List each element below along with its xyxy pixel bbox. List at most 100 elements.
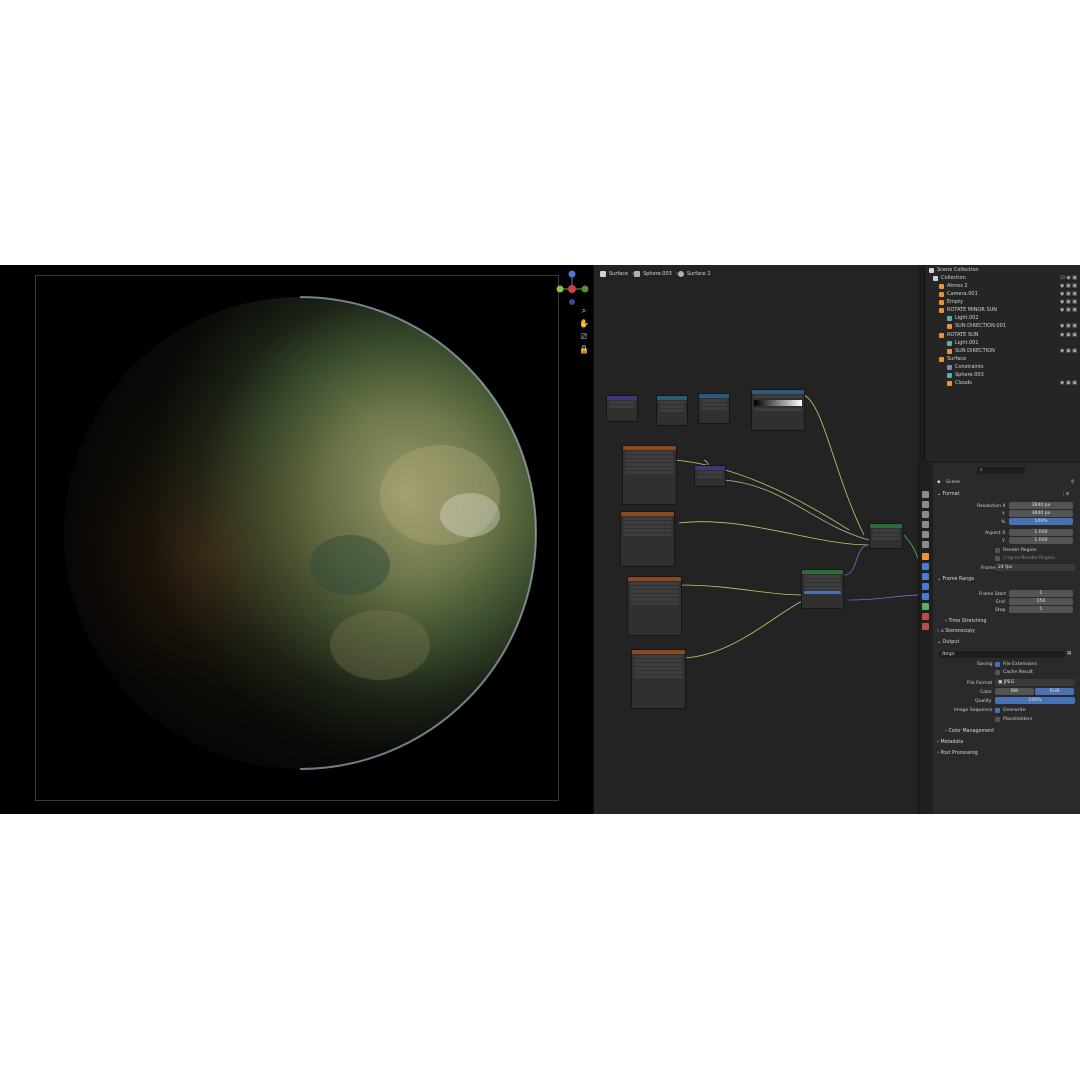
frame-range-panel-header[interactable]: ⌄ Frame Range: [937, 577, 974, 582]
visibility-icon[interactable]: ◉ ▣ ▣: [1060, 307, 1077, 313]
post-processing-panel-header[interactable]: › Post Processing: [937, 751, 978, 756]
pin-icon[interactable]: ⚲: [1071, 480, 1074, 485]
mesh-data-icon: [947, 372, 952, 378]
node-header: [628, 577, 681, 581]
time-stretching-subpanel[interactable]: › Time Stretching: [945, 619, 986, 624]
material-tab-icon[interactable]: [922, 613, 929, 620]
output-path-input[interactable]: /tmp\: [939, 651, 1065, 658]
lock-icon[interactable]: 🔒: [578, 344, 590, 356]
color-management-subpanel[interactable]: › Color Management: [945, 729, 994, 734]
outliner-item[interactable]: Constraints: [947, 363, 984, 371]
outliner-item[interactable]: Light.001: [947, 339, 979, 347]
particles-tab-icon[interactable]: [922, 573, 929, 580]
scene-label: Scene: [946, 480, 961, 485]
format-panel-header[interactable]: ⌄ Format: [937, 492, 959, 497]
render-region-label: Render Region: [1003, 548, 1037, 553]
crop-region-checkbox[interactable]: [995, 556, 1000, 561]
shader-node-editor[interactable]: Surface › Sphere.003 › Surface 2: [593, 265, 919, 814]
node-image-texture-3[interactable]: [627, 576, 682, 636]
outliner-item[interactable]: Collection ☑ ◉ ▣: [933, 274, 1080, 282]
object-tab-icon[interactable]: [922, 553, 929, 560]
modifier-tab-icon[interactable]: [922, 563, 929, 570]
visibility-icon[interactable]: ◉ ▣ ▣: [1060, 291, 1077, 297]
output-tab-icon[interactable]: [922, 511, 929, 518]
node-material-output[interactable]: [869, 523, 903, 549]
outliner[interactable]: Scene Collection Collection ☑ ◉ ▣ Atmos 2…: [924, 265, 1080, 461]
texture-tab-icon[interactable]: [922, 623, 929, 630]
frame-end-field[interactable]: 250: [1009, 598, 1073, 605]
visibility-icon[interactable]: ◉ ▣ ▣: [1060, 332, 1077, 338]
node-math[interactable]: [698, 393, 730, 424]
quality-slider[interactable]: 100%: [995, 697, 1075, 704]
folder-icon[interactable]: ▤: [1067, 651, 1071, 656]
node-header: [695, 466, 725, 470]
visibility-icon[interactable]: ◉ ▣ ▣: [1060, 283, 1077, 289]
node-header: [632, 650, 685, 654]
outliner-item[interactable]: SUN DIRECTION ◉ ▣ ▣: [947, 347, 1080, 355]
outliner-item[interactable]: Clouds ◉ ▣ ▣: [947, 379, 1080, 387]
placeholders-checkbox[interactable]: [995, 717, 1000, 722]
file-format-dropdown[interactable]: ▣ JPEG: [995, 679, 1075, 686]
node-image-texture-4[interactable]: [631, 649, 686, 709]
resolution-x-field[interactable]: 3840 px: [1009, 502, 1073, 509]
node-mapping[interactable]: [656, 395, 688, 426]
color-bw-button[interactable]: BW: [995, 688, 1034, 695]
data-tab-icon[interactable]: [922, 603, 929, 610]
camera-view-icon[interactable]: ⎚: [578, 331, 590, 343]
color-ramp-gradient[interactable]: [754, 400, 802, 406]
output-panel-header[interactable]: ⌄ Output: [937, 640, 959, 645]
outliner-item[interactable]: Camera.001 ◉ ▣ ▣: [939, 290, 1080, 298]
pan-hand-icon[interactable]: ✋: [578, 318, 590, 330]
visibility-icon[interactable]: ◉ ▣ ▣: [1060, 323, 1077, 329]
aspect-x-field[interactable]: 1.000: [1009, 529, 1073, 536]
visibility-icon[interactable]: ☑ ◉ ▣: [1060, 275, 1077, 281]
zoom-icon[interactable]: ⌕: [578, 305, 590, 317]
outliner-item[interactable]: Scene Collection: [929, 266, 979, 274]
frame-rate-dropdown[interactable]: 24 fps: [995, 564, 1075, 571]
cache-result-checkbox[interactable]: [995, 670, 1000, 675]
outliner-item[interactable]: Empty ◉ ▣ ▣: [939, 298, 1080, 306]
outliner-item[interactable]: Surface: [939, 355, 966, 363]
aspect-y-field[interactable]: 1.000: [1009, 537, 1073, 544]
visibility-icon[interactable]: ◉ ▣ ▣: [1060, 348, 1077, 354]
file-extensions-checkbox[interactable]: [995, 662, 1000, 667]
node-color-ramp[interactable]: [751, 389, 805, 431]
world-tab-icon[interactable]: [922, 541, 929, 548]
stereoscopy-panel-header[interactable]: › ▫ Stereoscopy: [937, 629, 975, 634]
properties-search-input[interactable]: ⌕: [977, 467, 1025, 474]
outliner-item[interactable]: Sphere.003: [947, 371, 984, 379]
physics-tab-icon[interactable]: [922, 583, 929, 590]
outliner-item[interactable]: Light.002: [947, 314, 979, 322]
resolution-y-field[interactable]: 3840 px: [1009, 510, 1073, 517]
outliner-item[interactable]: Atmos 2 ◉ ▣ ▣: [939, 282, 1080, 290]
node-image-texture-1[interactable]: [622, 445, 677, 505]
constraints-tab-icon[interactable]: [922, 593, 929, 600]
3d-viewport[interactable]: ⌕ ✋ ⎚ 🔒: [0, 265, 593, 814]
outliner-item[interactable]: SUN DIRECTION.001 ◉ ▣ ▣: [947, 322, 1080, 330]
node-principled-bsdf[interactable]: [801, 569, 844, 609]
visibility-icon[interactable]: ◉ ▣ ▣: [1060, 380, 1077, 386]
properties-tabs: [919, 463, 933, 814]
frame-start-label: Frame Start: [979, 592, 1006, 597]
outliner-item[interactable]: ROTATE SUN ◉ ▣ ▣: [939, 331, 1080, 339]
quality-label: Quality: [975, 699, 992, 704]
frame-start-field[interactable]: 1: [1009, 590, 1073, 597]
overwrite-checkbox[interactable]: [995, 708, 1000, 713]
frame-step-field[interactable]: 1: [1009, 606, 1073, 613]
node-header: [621, 512, 674, 516]
properties-editor[interactable]: ⌕ ◆ Scene ⚲ ⌄ Format ⋮≡ Resolution X 384…: [918, 463, 1080, 814]
visibility-icon[interactable]: ◉ ▣ ▣: [1060, 299, 1077, 305]
node-geometry[interactable]: [606, 395, 638, 422]
view-layer-tab-icon[interactable]: [922, 521, 929, 528]
scene-tab-icon[interactable]: [922, 531, 929, 538]
presets-icon[interactable]: ⋮≡: [1061, 492, 1069, 497]
node-image-texture-2[interactable]: [620, 511, 675, 567]
color-rgb-button[interactable]: RGB: [1035, 688, 1074, 695]
render-tab-icon[interactable]: [922, 501, 929, 508]
metadata-panel-header[interactable]: › Metadata: [937, 740, 963, 745]
outliner-item[interactable]: ROTATE MINOR SUN ◉ ▣ ▣: [939, 306, 1080, 314]
resolution-percent-field[interactable]: 100%: [1009, 518, 1073, 525]
tool-tab-icon[interactable]: [922, 491, 929, 498]
render-region-checkbox[interactable]: [995, 548, 1000, 553]
node-bump[interactable]: [694, 465, 726, 487]
